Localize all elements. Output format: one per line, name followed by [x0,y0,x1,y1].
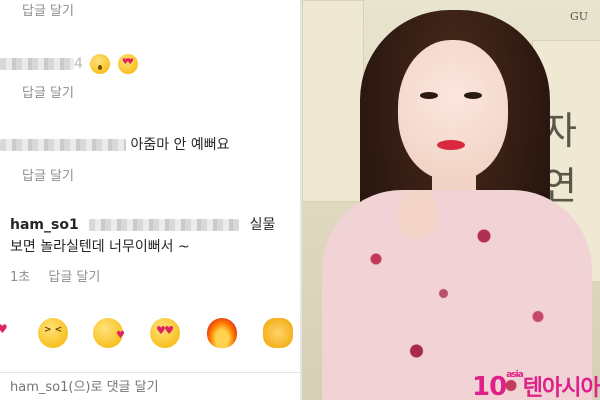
comment-input[interactable] [8,379,292,396]
person-face [398,40,508,180]
comment-main: ham_so1 실물 보면 놀라실텐데 너무이뻐서 ~ [10,214,295,258]
kissing-face-icon[interactable] [93,318,125,348]
reply-button[interactable]: 답글 달기 [22,82,74,101]
reply-button[interactable]: 답글 달기 [22,165,74,184]
person-lips [437,140,465,150]
comment-text: 아줌마 안 예뻐요 [130,137,230,153]
comment-time: 1초 [10,270,31,285]
floral-dress [322,190,592,400]
blurred-username [0,58,74,70]
blurred-username [0,139,126,151]
backdrop-panel [302,0,364,202]
watermark-number: 10 [472,372,507,400]
heart-icon[interactable] [0,322,10,336]
comment-username[interactable]: ham_so1 [10,217,79,233]
comment-text-end: 실물 [249,217,276,233]
clapping-hands-icon[interactable] [263,318,293,348]
comment-row: 아줌마 안 예뻐요 [0,134,230,154]
heart-eyes-icon[interactable] [150,318,180,348]
fire-icon[interactable] [207,318,237,348]
finger-heart-hand [398,190,438,238]
hushed-face-icon [90,54,111,74]
backdrop-text: 자연 [542,109,577,208]
comment-line-1: ham_so1 실물 [10,214,295,236]
reaction-bar [0,318,300,350]
person-eye [420,92,438,99]
comment-line-2: 보면 놀라실텐데 너무이뻐서 ~ [10,239,190,255]
comment-row: 4 [0,54,138,74]
watermark-small: asia [506,370,524,380]
blurred-mention [89,219,240,231]
reply-button[interactable]: 답글 달기 [48,270,100,285]
backdrop-small-text: GU [570,10,589,23]
reply-button[interactable]: 답글 달기 [22,0,74,19]
person-eye [464,92,482,99]
watermark-text: 텐아시아 [522,376,600,400]
comment-input-bar [0,372,300,400]
tenasia-watermark: 10asia텐아시아 [472,370,600,400]
photo-panel: GU 자연 10asia텐아시아 [302,0,600,400]
laughing-face-icon[interactable] [38,318,68,348]
comments-panel: 답글 달기 4 답글 달기 아줌마 안 예뻐요 답글 달기 ham_so1 실물… [0,0,300,400]
comment-meta: 1초 답글 달기 [10,266,100,285]
comment-blurred-suffix: 4 [74,56,83,72]
heart-eyes-icon [117,54,138,74]
